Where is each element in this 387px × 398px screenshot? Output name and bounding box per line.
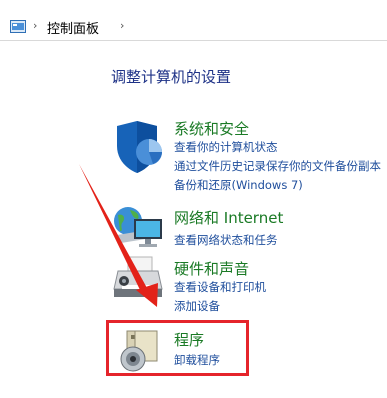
link-add-device[interactable]: 添加设备	[174, 298, 220, 314]
link-view-devices-printers[interactable]: 查看设备和打印机	[174, 279, 266, 295]
category-system-security-title[interactable]: 系统和安全	[174, 118, 249, 139]
category-hardware-sound-title[interactable]: 硬件和声音	[174, 258, 249, 279]
page-heading: 调整计算机的设置	[111, 68, 232, 86]
link-view-computer-status[interactable]: 查看你的计算机状态	[174, 139, 278, 155]
category-network-internet-title[interactable]: 网络和 Internet	[174, 207, 283, 228]
printer-icon	[113, 256, 163, 297]
breadcrumb-expand-chevron[interactable]: ›	[120, 19, 124, 32]
link-backup-restore[interactable]: 备份和还原(Windows 7)	[174, 177, 303, 193]
breadcrumb-control-panel[interactable]: 控制面板	[47, 18, 99, 37]
network-globe-icon	[114, 207, 162, 247]
link-view-network-status[interactable]: 查看网络状态和任务	[174, 232, 278, 248]
control-panel-icon	[10, 20, 26, 33]
highlight-box	[106, 320, 249, 376]
breadcrumb-separator: ›	[33, 19, 38, 32]
link-file-history-backup[interactable]: 通过文件历史记录保存你的文件备份副本	[174, 158, 381, 174]
shield-icon	[117, 121, 162, 173]
